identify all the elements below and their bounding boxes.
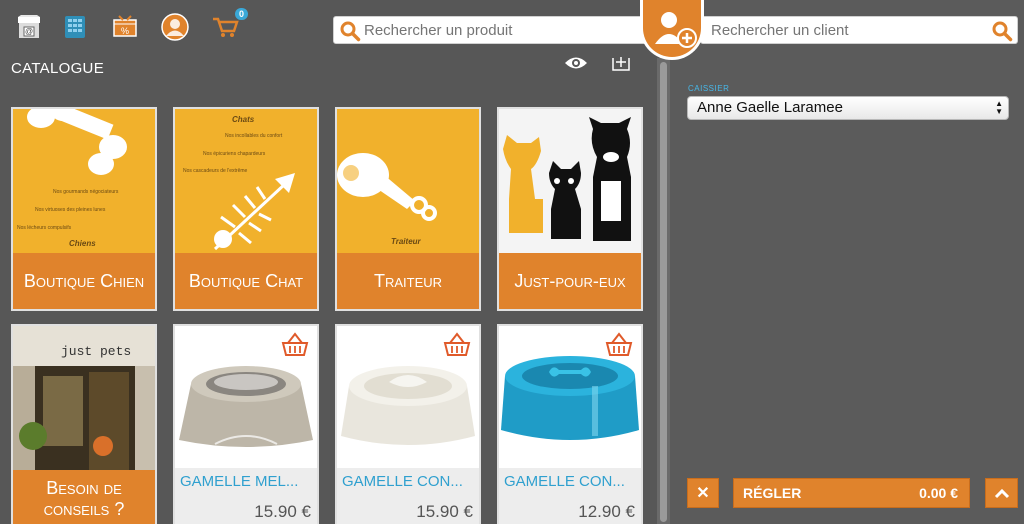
eye-icon[interactable] [563,54,589,77]
basket-icon[interactable] [605,332,633,363]
pay-button[interactable]: RÉGLER 0.00 € [733,478,970,508]
catalog-scrollbar-thumb[interactable] [660,62,667,522]
category-tile-traiteur[interactable]: Traiteur Traiteur [335,107,481,311]
art-line: Nos lécheurs compulsifs [17,225,72,231]
product-image [175,326,317,468]
chevron-up-icon [994,488,1009,499]
category-label: Just-pour-eux [499,253,641,309]
search-icon[interactable] [339,20,361,47]
select-arrows-icon: ▲ ▼ [995,99,1003,116]
product-search-input[interactable] [364,17,644,43]
category-tile-besoin-de-conseils[interactable]: just pets Besoin de conseils ? [11,324,157,524]
product-info: GAMELLE CON... 15.90 € [337,468,479,524]
cashier-select[interactable]: Anne Gaelle Laramee ▲ ▼ [687,96,1009,120]
catalog-pane: @ % 0 CATALOGUE Nos gour [0,0,670,524]
cart-icon[interactable]: 0 [210,8,248,42]
product-tile[interactable]: GAMELLE CON... 12.90 € [497,324,643,524]
store-icon[interactable]: @ [14,12,44,42]
client-search-input[interactable] [711,17,981,43]
register-icon[interactable] [60,12,90,42]
add-client-button[interactable] [640,0,704,60]
pay-amount: 0.00 € [919,485,958,501]
client-search-box [700,16,1018,44]
product-name: GAMELLE CON... [342,473,463,490]
category-label: Besoin de conseils ? [13,470,155,524]
product-info: GAMELLE CON... 12.90 € [499,468,641,524]
search-icon[interactable] [991,20,1013,47]
product-name: GAMELLE MEL... [180,473,299,490]
basket-icon[interactable] [281,332,309,363]
user-icon[interactable] [160,12,190,42]
category-tile-boutique-chien[interactable]: Nos gourmands négociateurs Nos virtuoses… [11,107,157,311]
product-tile[interactable]: GAMELLE MEL... 15.90 € [173,324,319,524]
svg-text:@: @ [25,27,33,36]
art-line: Nos virtuoses des pleines lunes [35,207,106,213]
art-line: Nos gourmands négociateurs [53,189,119,195]
art-caption: Chiens [69,239,96,248]
art-caption: Traiteur [391,237,421,246]
add-user-icon [655,12,697,48]
product-price: 12.90 € [578,502,635,521]
dog-bone-illustration: Nos gourmands négociateurs Nos virtuoses… [13,109,155,253]
product-info: GAMELLE MEL... 15.90 € [175,468,317,524]
expand-button[interactable] [985,478,1018,508]
category-label: Traiteur [337,253,479,309]
add-icon[interactable] [611,54,631,77]
pay-label: RÉGLER [743,485,802,501]
cashier-selected-value: Anne Gaelle Laramee [697,99,843,116]
category-tile-boutique-chat[interactable]: Chats Nos incollables du confort Nos épi… [173,107,319,311]
product-image [499,326,641,468]
shop-sign: just pets [61,344,132,359]
cashier-label: CAISSIER [688,84,730,93]
close-icon: ✕ [696,485,710,502]
shop-front-photo: just pets [13,326,155,470]
product-tile[interactable]: GAMELLE CON... 15.90 € [335,324,481,524]
category-label: Boutique Chien [13,253,155,309]
product-image [337,326,479,468]
product-price: 15.90 € [416,502,473,521]
basket-icon[interactable] [443,332,471,363]
product-name: GAMELLE CON... [504,473,625,490]
catalog-title: CATALOGUE [11,60,104,77]
ham-illustration: Traiteur [337,109,479,253]
cancel-button[interactable]: ✕ [687,478,719,508]
svg-text:%: % [121,26,129,36]
discount-icon[interactable]: % [110,12,140,42]
cart-pane: CAISSIER Anne Gaelle Laramee ▲▼ ✕ RÉGLER… [670,0,1024,524]
category-tile-just-pour-eux[interactable]: Just-pour-eux [497,107,643,311]
product-search-box [333,16,655,44]
cart-count-badge: 0 [234,8,248,20]
fish-bone-illustration: Chats Nos incollables du confort Nos épi… [175,109,317,253]
dogs-illustration [499,109,641,253]
product-price: 15.90 € [254,502,311,521]
category-label: Boutique Chat [175,253,317,309]
